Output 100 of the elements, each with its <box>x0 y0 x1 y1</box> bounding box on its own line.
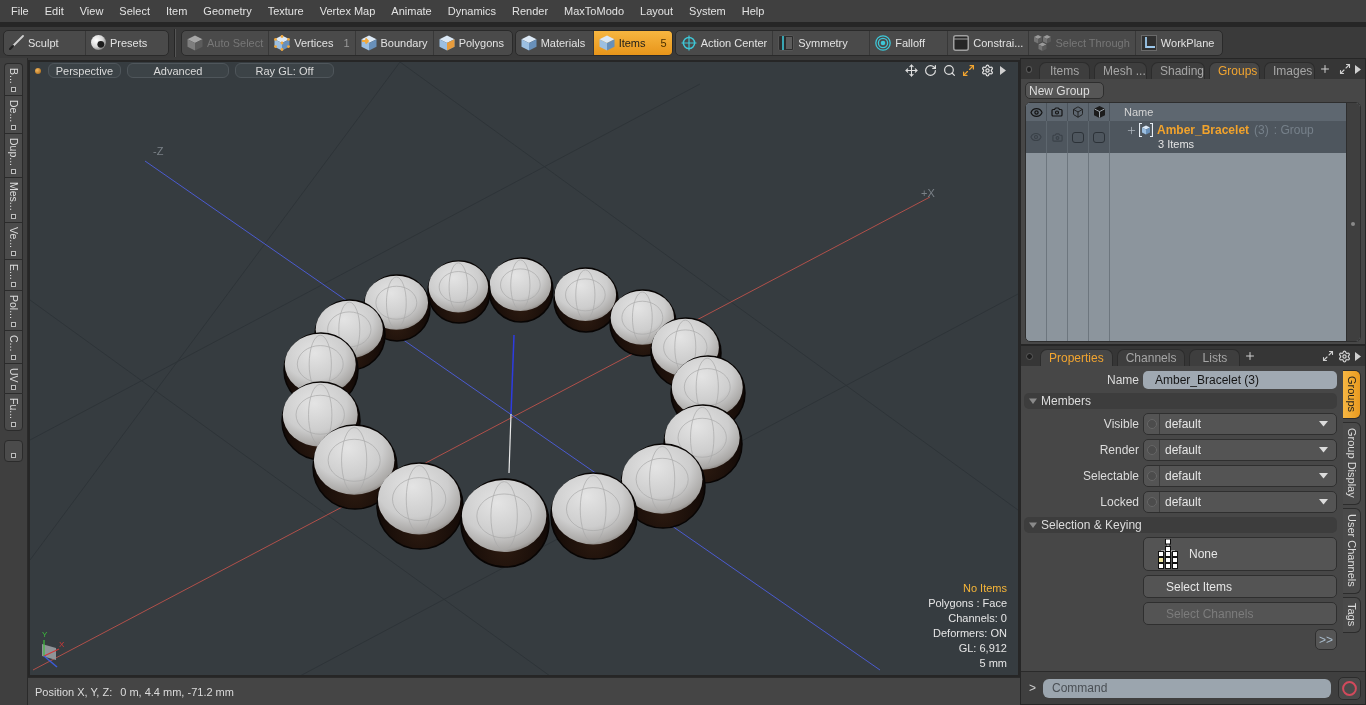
panel-tab[interactable]: Groups <box>1209 62 1260 79</box>
circle-icon <box>1146 419 1157 429</box>
section-header[interactable]: Members <box>1024 393 1337 409</box>
move-icon[interactable] <box>905 64 918 77</box>
axis-gizmo-icon <box>42 639 60 668</box>
menu-item[interactable]: Help <box>733 0 773 22</box>
dot-icon[interactable] <box>1026 65 1033 73</box>
dropdown[interactable]: default <box>1143 465 1337 487</box>
presets-button[interactable]: Presets <box>86 30 168 55</box>
sculpt-button[interactable]: Sculpt <box>4 30 86 55</box>
action-button[interactable]: Select Items <box>1143 575 1337 598</box>
section-header[interactable]: Selection & Keying <box>1024 517 1337 533</box>
palette-tab[interactable] <box>4 440 23 463</box>
checkbox[interactable] <box>1072 131 1084 143</box>
menu-item[interactable]: MaxToModo <box>556 0 632 22</box>
expand-icon[interactable] <box>1322 350 1334 362</box>
eye-icon[interactable] <box>1029 105 1043 119</box>
circle-icon <box>1146 445 1157 455</box>
menu-item[interactable]: Render <box>504 0 557 22</box>
polygons-button[interactable]: Polygons <box>433 30 512 55</box>
panel-tab[interactable]: Shading <box>1151 62 1205 79</box>
cube-icon[interactable] <box>1093 106 1105 118</box>
caret-right-icon[interactable] <box>1355 351 1361 361</box>
menu-item[interactable]: System <box>681 0 734 22</box>
side-tab[interactable]: Tags <box>1343 596 1361 633</box>
command-prompt: > <box>1029 681 1036 695</box>
panel-tab[interactable]: Images <box>1264 62 1315 79</box>
dot-icon[interactable] <box>1026 352 1033 360</box>
vertices-button[interactable]: Vertices 1 <box>269 30 356 55</box>
viewport-button[interactable]: Advanced <box>127 63 229 78</box>
menu-item[interactable]: Layout <box>632 0 682 22</box>
palette-tab[interactable]: B... <box>4 63 23 95</box>
menu-item[interactable]: Texture <box>259 0 312 22</box>
boundary-button[interactable]: Boundary <box>355 30 434 55</box>
menu-item[interactable]: Geometry <box>195 0 260 22</box>
viewport-button[interactable]: Ray GL: Off <box>235 63 334 78</box>
caret-right-icon[interactable] <box>1000 66 1006 75</box>
falloff-button[interactable]: Falloff <box>870 30 949 55</box>
name-field[interactable]: Amber_Bracelet (3) <box>1143 371 1337 389</box>
plus-icon[interactable] <box>1244 350 1257 362</box>
palette-tab[interactable]: UV <box>4 362 23 394</box>
panel-tab[interactable]: Lists <box>1189 349 1241 366</box>
side-tab[interactable]: Groups <box>1343 370 1361 420</box>
constraints-button[interactable]: Constrai... <box>948 30 1030 55</box>
menu-item[interactable]: Vertex Map <box>311 0 384 22</box>
menu-item[interactable]: Select <box>111 0 158 22</box>
caret-right-icon[interactable] <box>1355 64 1361 74</box>
axis-label: Y <box>42 630 48 639</box>
palette-tab[interactable]: Dup... <box>4 132 23 177</box>
panel-tab[interactable]: Channels <box>1116 349 1186 366</box>
palette-tab[interactable]: De... <box>4 94 23 133</box>
side-tab[interactable]: User Channels <box>1343 507 1361 594</box>
checkbox[interactable] <box>1093 131 1105 143</box>
new-group-button[interactable]: New Group <box>1025 82 1104 99</box>
search-icon[interactable] <box>943 64 956 77</box>
cube-icon[interactable] <box>1072 106 1084 118</box>
palette-tab[interactable]: Ve... <box>4 221 23 259</box>
workplane-button[interactable]: WorkPlane <box>1135 30 1222 55</box>
bead <box>427 260 491 324</box>
menu-item[interactable]: Item <box>157 0 196 22</box>
plus-icon[interactable] <box>1319 63 1331 75</box>
command-field[interactable]: Command <box>1043 678 1331 698</box>
rotate-icon[interactable] <box>924 64 937 77</box>
panel-tab[interactable]: Items <box>1039 62 1091 79</box>
panel-tab[interactable]: Properties <box>1040 349 1113 366</box>
materials-button[interactable]: Materials <box>515 30 594 55</box>
settings-icon[interactable] <box>1338 349 1351 363</box>
palette-tab[interactable]: Mes... <box>4 176 23 222</box>
action-center-button[interactable]: Action Center <box>675 30 774 55</box>
viewport-button[interactable]: Perspective <box>48 63 121 78</box>
scrollbar[interactable] <box>1346 103 1360 341</box>
plus-icon[interactable] <box>1126 124 1137 136</box>
menu-item[interactable]: Edit <box>36 0 72 22</box>
preset-button[interactable]: None <box>1143 537 1337 571</box>
dropdown[interactable]: default <box>1143 491 1337 513</box>
maximize-icon[interactable] <box>962 64 975 77</box>
expand-icon[interactable] <box>1339 63 1351 75</box>
settings-icon[interactable] <box>981 64 994 77</box>
ring-button[interactable] <box>1338 676 1361 700</box>
palette-tab[interactable]: Pol... <box>4 290 23 331</box>
more-button[interactable]: >> <box>1315 629 1337 650</box>
palette-tab[interactable]: Fu... <box>4 393 23 432</box>
dot-icon[interactable] <box>35 67 41 74</box>
menu-item[interactable]: Animate <box>383 0 440 22</box>
items-button[interactable]: Items 5 <box>593 30 672 55</box>
palette-tab[interactable]: E... <box>4 258 23 291</box>
dropdown[interactable]: default <box>1143 439 1337 461</box>
symmetry-button[interactable]: Symmetry <box>773 30 871 55</box>
palette-tab[interactable]: C... <box>4 330 23 363</box>
dropdown[interactable]: default <box>1143 413 1337 435</box>
panel-tab[interactable]: Mesh ... <box>1094 62 1147 79</box>
menu-item[interactable]: Dynamics <box>439 0 504 22</box>
side-tab[interactable]: Group Display <box>1343 422 1361 505</box>
camera-icon[interactable] <box>1051 106 1063 118</box>
menu-item[interactable]: View <box>71 0 112 22</box>
ring-icon <box>1342 680 1357 696</box>
bead <box>553 267 619 333</box>
column-header[interactable]: Name <box>1110 106 1346 118</box>
stat-line: Deformers: ON <box>933 626 1007 641</box>
menu-item[interactable]: File <box>3 0 37 22</box>
